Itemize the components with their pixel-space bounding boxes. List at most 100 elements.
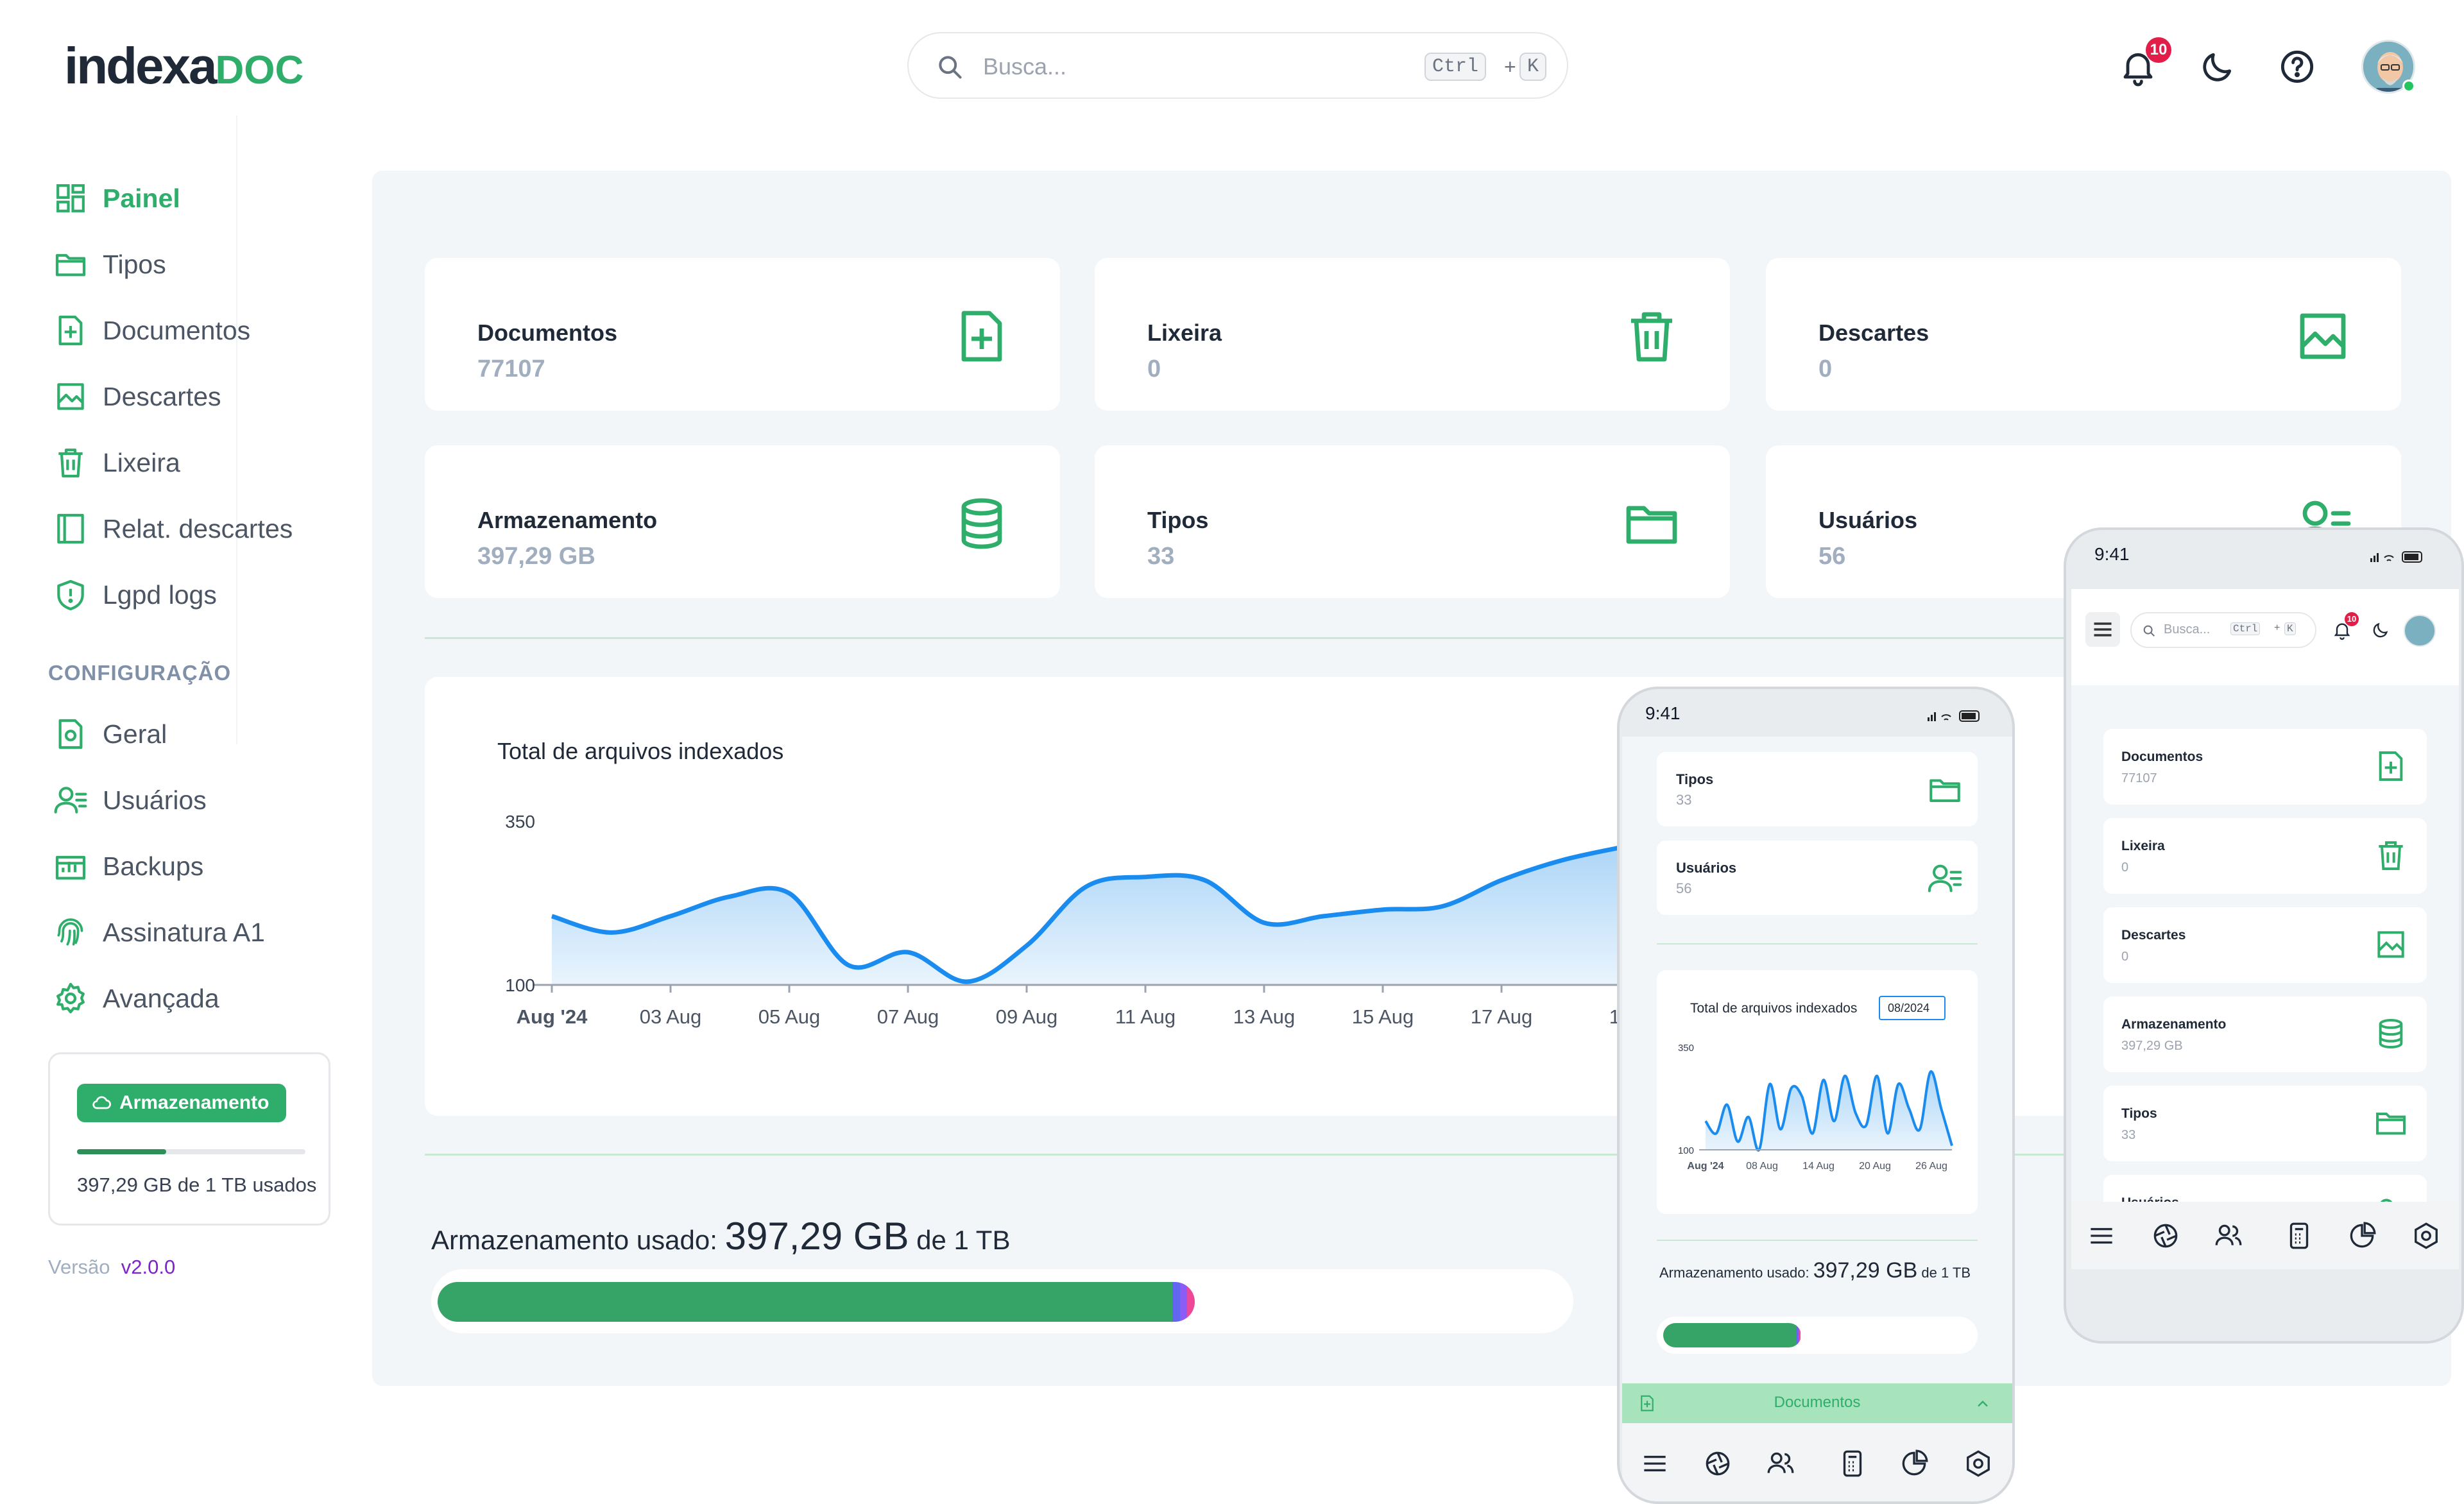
sidebar-item-relat-descartes[interactable]: Relat. descartes — [53, 506, 293, 551]
stat-title: Tipos — [2121, 1106, 2157, 1121]
phone-bottom-sheet[interactable]: Documentos — [1622, 1383, 2012, 1423]
stat-title: Lixeira — [2121, 839, 2165, 853]
phone-chart-title: Total de arquivos indexados — [1690, 1001, 1858, 1016]
sidebar-item-documentos[interactable]: Documentos — [53, 308, 250, 353]
stat-card-armazenamento[interactable]: Armazenamento 397,29 GB — [425, 445, 1060, 598]
chart-x-tick-label: 09 Aug — [996, 1005, 1058, 1028]
stat-title: Tipos — [1147, 507, 1209, 533]
stat-title: Documentos — [2121, 749, 2203, 764]
menu-icon[interactable] — [2085, 1220, 2118, 1252]
config-section-title: CONFIGURAÇÃO — [48, 661, 232, 685]
phone-search-placeholder: Busca... — [2164, 622, 2211, 637]
section-divider — [425, 637, 2350, 639]
sidebar-item-usuarios[interactable]: Usuários — [53, 778, 207, 823]
file-plus-icon — [58, 315, 83, 346]
phone-chart-x-tick-label: 08 Aug — [1746, 1161, 1778, 1172]
report-icon — [57, 513, 84, 544]
storage-used-caption: Armazenamento usado: — [431, 1225, 717, 1255]
stat-value: 0 — [1147, 355, 1161, 382]
phone-storage-suffix: de 1 TB — [1921, 1265, 1971, 1281]
sidebar-storage-fill — [77, 1149, 166, 1154]
stat-value: 0 — [1818, 355, 1833, 382]
status-bar-icons — [1928, 710, 1980, 722]
stat-card-descartes[interactable]: Descartes 0 — [1766, 258, 2401, 411]
storage-segment — [1179, 1282, 1188, 1322]
phone-chart-x-tick-label: 20 Aug — [1859, 1161, 1891, 1172]
phone-card-descartes[interactable]: Descartes 0 — [2103, 907, 2427, 983]
menu-icon[interactable] — [2085, 612, 2120, 647]
phone-status-time: 9:41 — [2094, 544, 2130, 564]
phone-card-armazenamento[interactable]: Armazenamento 397,29 GB — [2103, 996, 2427, 1072]
pie-chart-icon[interactable] — [2346, 1220, 2378, 1252]
sidebar-item-label: Painel — [103, 183, 180, 213]
phone-card-lixeira[interactable]: Lixeira 0 — [2103, 818, 2427, 894]
settings-icon[interactable] — [1962, 1448, 1994, 1480]
storage-used-suffix: de 1 TB — [916, 1225, 1011, 1255]
storage-used-bar — [438, 1282, 1195, 1322]
phone-storage-bar — [1663, 1323, 1801, 1347]
phone-card-usuarios[interactable]: Usuários 56 — [1657, 841, 1978, 915]
cloud-icon — [92, 1096, 111, 1109]
phone-chart-x-tick-label: 14 Aug — [1802, 1161, 1835, 1172]
users-icon[interactable] — [1765, 1448, 1797, 1480]
stat-card-lixeira[interactable]: Lixeira 0 — [1095, 258, 1730, 411]
shortcut-plus: + — [2274, 622, 2280, 633]
phone-chart-x-tick-label: Aug '24 — [1687, 1161, 1724, 1172]
sidebar-item-avancada[interactable]: Avançada — [53, 976, 219, 1021]
fingerprint-icon — [57, 918, 83, 946]
help-icon[interactable] — [2277, 46, 2318, 87]
folder-icon — [2376, 1113, 2406, 1135]
sidebar-item-descartes[interactable]: Descartes — [53, 374, 221, 419]
users-icon[interactable] — [2212, 1220, 2245, 1252]
database-icon — [961, 498, 1002, 549]
phone-chart-card: Total de arquivos indexados 08/2024 350 1… — [1657, 970, 1978, 1214]
sidebar-item-tipos[interactable]: Tipos — [53, 242, 166, 287]
phone-chart-y-tick-label: 100 — [1678, 1145, 1694, 1156]
calculator-icon[interactable] — [1836, 1448, 1869, 1480]
sidebar-item-lixeira[interactable]: Lixeira — [53, 440, 180, 485]
shortcut-plus: + — [1504, 55, 1516, 78]
settings-icon[interactable] — [2410, 1220, 2442, 1252]
phone-chart-y-tick-label: 350 — [1678, 1043, 1694, 1054]
aperture-icon[interactable] — [1702, 1448, 1734, 1480]
image-file-icon — [57, 383, 84, 410]
stat-title: Descartes — [1818, 320, 1929, 346]
sidebar-item-backups[interactable]: Backups — [53, 844, 203, 889]
search-bar[interactable]: Busca... Ctrl + K — [907, 32, 1568, 99]
trash-icon — [1631, 312, 1672, 362]
chart-x-tick-label: 03 Aug — [640, 1005, 702, 1028]
sidebar-item-assinatura-a1[interactable]: Assinatura A1 — [53, 910, 265, 955]
stat-title: Armazenamento — [2121, 1017, 2227, 1032]
user-avatar[interactable] — [2404, 615, 2436, 647]
chart-x-tick-label: 05 Aug — [758, 1005, 821, 1028]
sidebar-item-painel[interactable]: Painel — [53, 176, 180, 221]
phone-storage-caption: Armazenamento usado: — [1659, 1265, 1810, 1281]
sidebar-item-label: Tipos — [103, 249, 166, 279]
calculator-icon[interactable] — [2283, 1220, 2315, 1252]
moon-icon[interactable] — [2197, 46, 2238, 87]
sidebar-item-geral[interactable]: Geral — [53, 712, 167, 756]
backup-icon — [55, 855, 86, 880]
trash-icon — [2379, 841, 2403, 870]
stat-card-tipos[interactable]: Tipos 33 — [1095, 445, 1730, 598]
chart-area-fill — [552, 847, 1620, 985]
brand-logo[interactable]: indexaDOC — [64, 37, 304, 95]
storage-chip-button[interactable]: Armazenamento — [77, 1084, 286, 1122]
pie-chart-icon[interactable] — [1898, 1448, 1930, 1480]
phone-card-documentos[interactable]: Documentos 77107 — [2103, 729, 2427, 805]
phone-card-tipos[interactable]: Tipos 33 — [2103, 1086, 2427, 1161]
stat-card-documentos[interactable]: Documentos 77107 — [425, 258, 1060, 411]
phone-search-bar[interactable]: Busca... Ctrl + K — [2130, 612, 2316, 648]
moon-icon[interactable] — [2370, 620, 2391, 640]
sidebar-item-lgpd-logs[interactable]: Lgpd logs — [53, 572, 217, 617]
chevron-up-icon[interactable] — [1974, 1395, 1992, 1413]
notification-badge: 10 — [2146, 37, 2171, 63]
search-icon — [2143, 625, 2155, 637]
phone-storage-value: 397,29 GB — [1813, 1258, 1918, 1283]
section-divider — [425, 1154, 2350, 1156]
aperture-icon[interactable] — [2150, 1220, 2182, 1252]
phone-chart-date-filter[interactable]: 08/2024 — [1879, 996, 1946, 1020]
menu-icon[interactable] — [1639, 1448, 1671, 1480]
phone-card-tipos[interactable]: Tipos 33 — [1657, 752, 1978, 826]
sidebar-item-label: Documentos — [103, 315, 251, 345]
